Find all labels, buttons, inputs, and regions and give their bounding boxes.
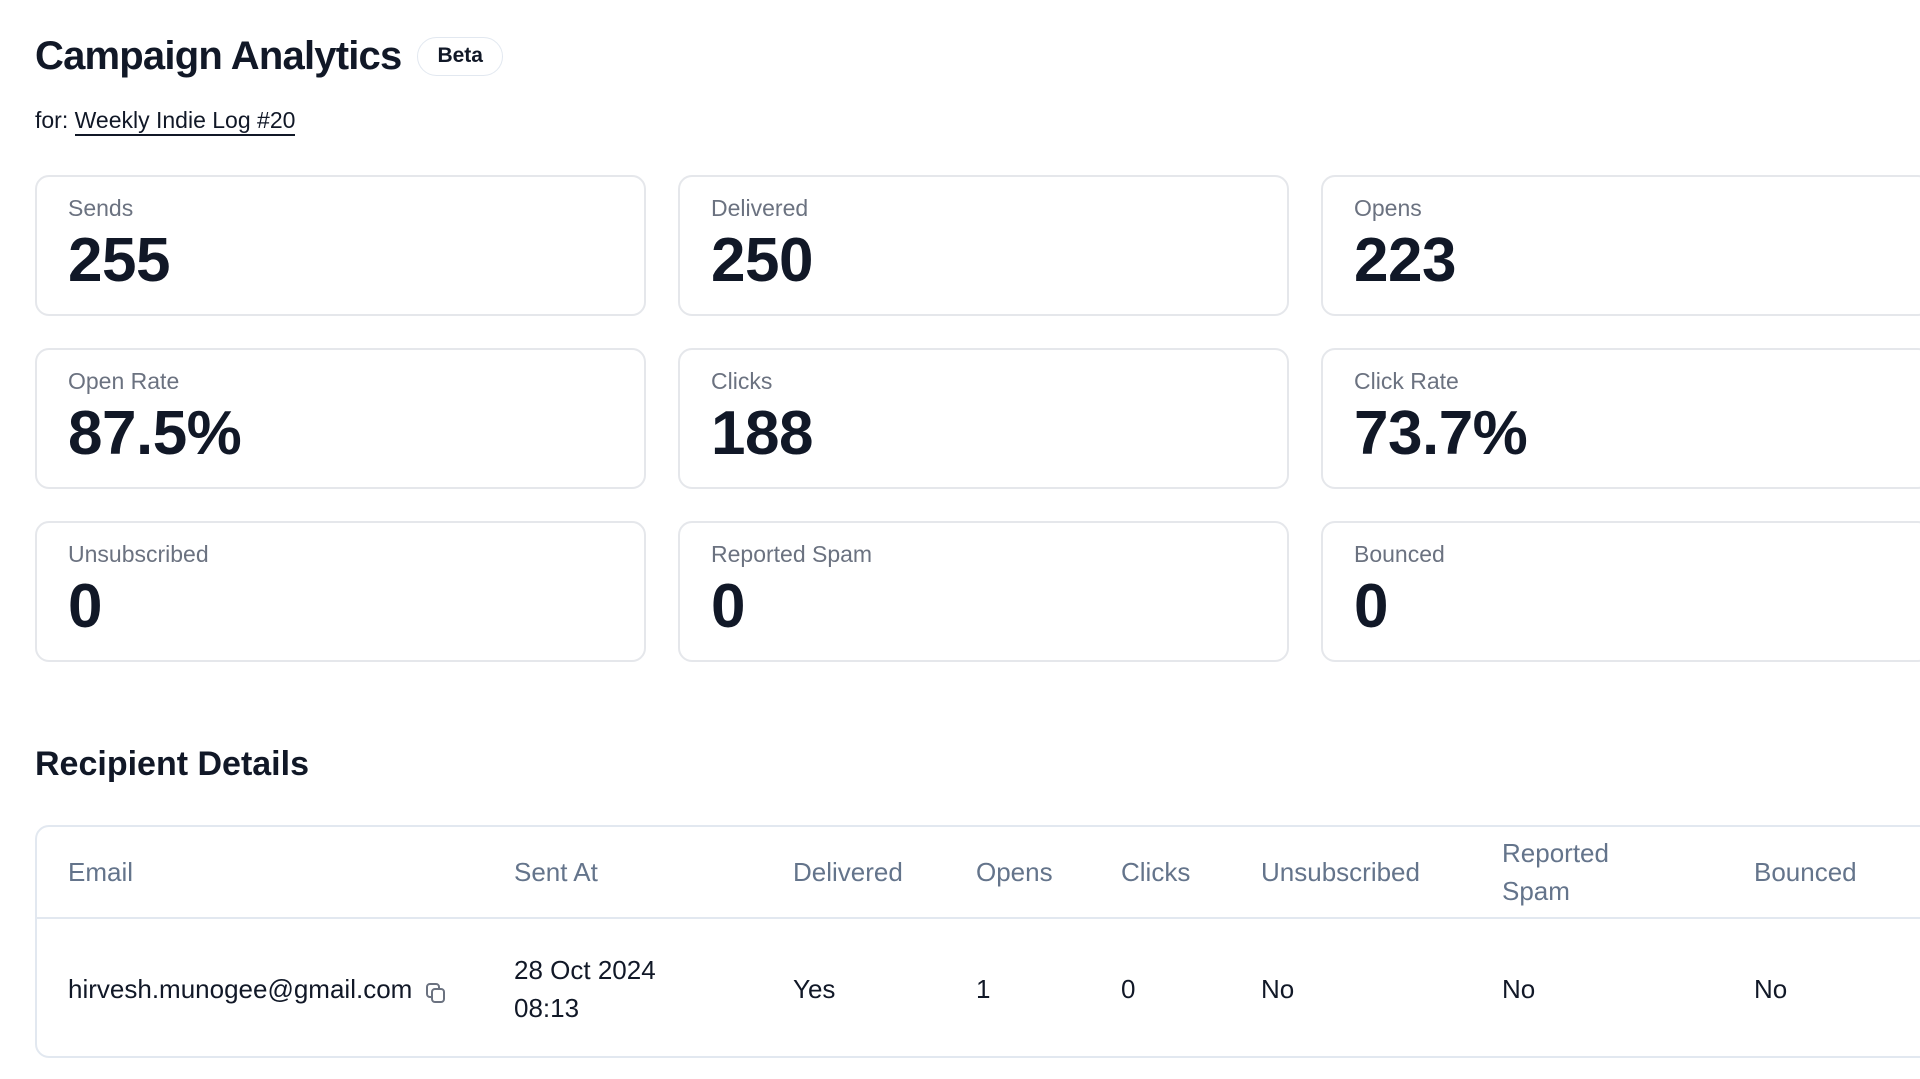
stat-value: 223 bbox=[1354, 226, 1456, 295]
column-header-clicks[interactable]: Clicks bbox=[1121, 827, 1261, 918]
stat-card-sends: Sends 255 bbox=[35, 175, 646, 316]
recipient-table-container: Email Sent At Delivered Opens Clicks Uns… bbox=[35, 825, 1920, 1058]
stat-card-clicks: Clicks 188 bbox=[678, 348, 1289, 489]
stat-value: 188 bbox=[711, 399, 813, 468]
column-header-reported-spam-label: Reported Spam bbox=[1502, 838, 1609, 906]
email-with-copy: hirvesh.munogee@gmail.com bbox=[68, 970, 448, 1008]
beta-badge: Beta bbox=[417, 36, 503, 76]
stat-label: Sends bbox=[68, 195, 134, 221]
stat-value: 87.5% bbox=[68, 399, 242, 468]
cell-unsubscribed: No bbox=[1261, 973, 1295, 1004]
stat-value: 73.7% bbox=[1354, 399, 1528, 468]
stat-card-reported-spam: Reported Spam 0 bbox=[678, 521, 1289, 662]
table-row: hirvesh.munogee@gmail.com 28 Oct 2024 08… bbox=[37, 918, 1920, 1056]
stat-card-open-rate: Open Rate 87.5% bbox=[35, 348, 646, 489]
column-header-email[interactable]: Email bbox=[37, 827, 514, 918]
column-header-sent-at[interactable]: Sent At bbox=[514, 827, 793, 918]
column-header-opens[interactable]: Opens bbox=[976, 827, 1121, 918]
sent-at-date: 28 Oct 2024 bbox=[514, 954, 656, 985]
page-title: Campaign Analytics bbox=[35, 34, 402, 78]
cell-bounced: No bbox=[1754, 973, 1788, 1004]
column-header-unsubscribed[interactable]: Unsubscribed bbox=[1261, 827, 1502, 918]
stats-grid: Sends 255 Delivered 250 Opens 223 Open R… bbox=[35, 175, 1920, 662]
stat-label: Unsubscribed bbox=[68, 541, 209, 567]
stat-value: 250 bbox=[711, 226, 813, 295]
stat-value: 0 bbox=[711, 572, 745, 641]
stat-label: Opens bbox=[1354, 195, 1422, 221]
stat-card-opens: Opens 223 bbox=[1321, 175, 1920, 316]
stat-label: Bounced bbox=[1354, 541, 1445, 567]
column-header-delivered[interactable]: Delivered bbox=[793, 827, 976, 918]
cell-sent-at: 28 Oct 2024 08:13 bbox=[514, 918, 793, 1056]
column-header-bounced[interactable]: Bounced bbox=[1754, 827, 1920, 918]
stat-label: Open Rate bbox=[68, 368, 180, 394]
stat-label: Clicks bbox=[711, 368, 773, 394]
cell-reported-spam: No bbox=[1502, 973, 1536, 1004]
table-header-row: Email Sent At Delivered Opens Clicks Uns… bbox=[37, 827, 1920, 918]
stat-card-click-rate: Click Rate 73.7% bbox=[1321, 348, 1920, 489]
stat-value: 0 bbox=[1354, 572, 1388, 641]
stat-card-delivered: Delivered 250 bbox=[678, 175, 1289, 316]
stat-label: Delivered bbox=[711, 195, 809, 221]
page-header: Campaign Analytics Beta bbox=[35, 33, 503, 79]
stat-value: 255 bbox=[68, 226, 170, 295]
cell-clicks: 0 bbox=[1121, 973, 1136, 1004]
recipient-email: hirvesh.munogee@gmail.com bbox=[68, 973, 413, 1004]
stat-card-unsubscribed: Unsubscribed 0 bbox=[35, 521, 646, 662]
recipient-table: Email Sent At Delivered Opens Clicks Uns… bbox=[37, 827, 1920, 1056]
stat-card-bounced: Bounced 0 bbox=[1321, 521, 1920, 662]
stat-label: Reported Spam bbox=[711, 541, 873, 567]
cell-opens: 1 bbox=[976, 973, 991, 1004]
cell-email: hirvesh.munogee@gmail.com bbox=[37, 918, 514, 1056]
cell-delivered: Yes bbox=[793, 973, 836, 1004]
recipient-details-title: Recipient Details bbox=[35, 745, 309, 783]
campaign-subtitle: for: Weekly Indie Log #20 bbox=[35, 104, 296, 136]
campaign-link[interactable]: Weekly Indie Log #20 bbox=[74, 107, 296, 136]
sent-at-time: 08:13 bbox=[514, 992, 580, 1023]
copy-icon[interactable] bbox=[424, 977, 448, 1003]
stat-label: Click Rate bbox=[1354, 368, 1459, 394]
column-header-reported-spam[interactable]: Reported Spam bbox=[1502, 827, 1754, 918]
for-label: for: bbox=[35, 107, 69, 133]
stat-value: 0 bbox=[68, 572, 102, 641]
